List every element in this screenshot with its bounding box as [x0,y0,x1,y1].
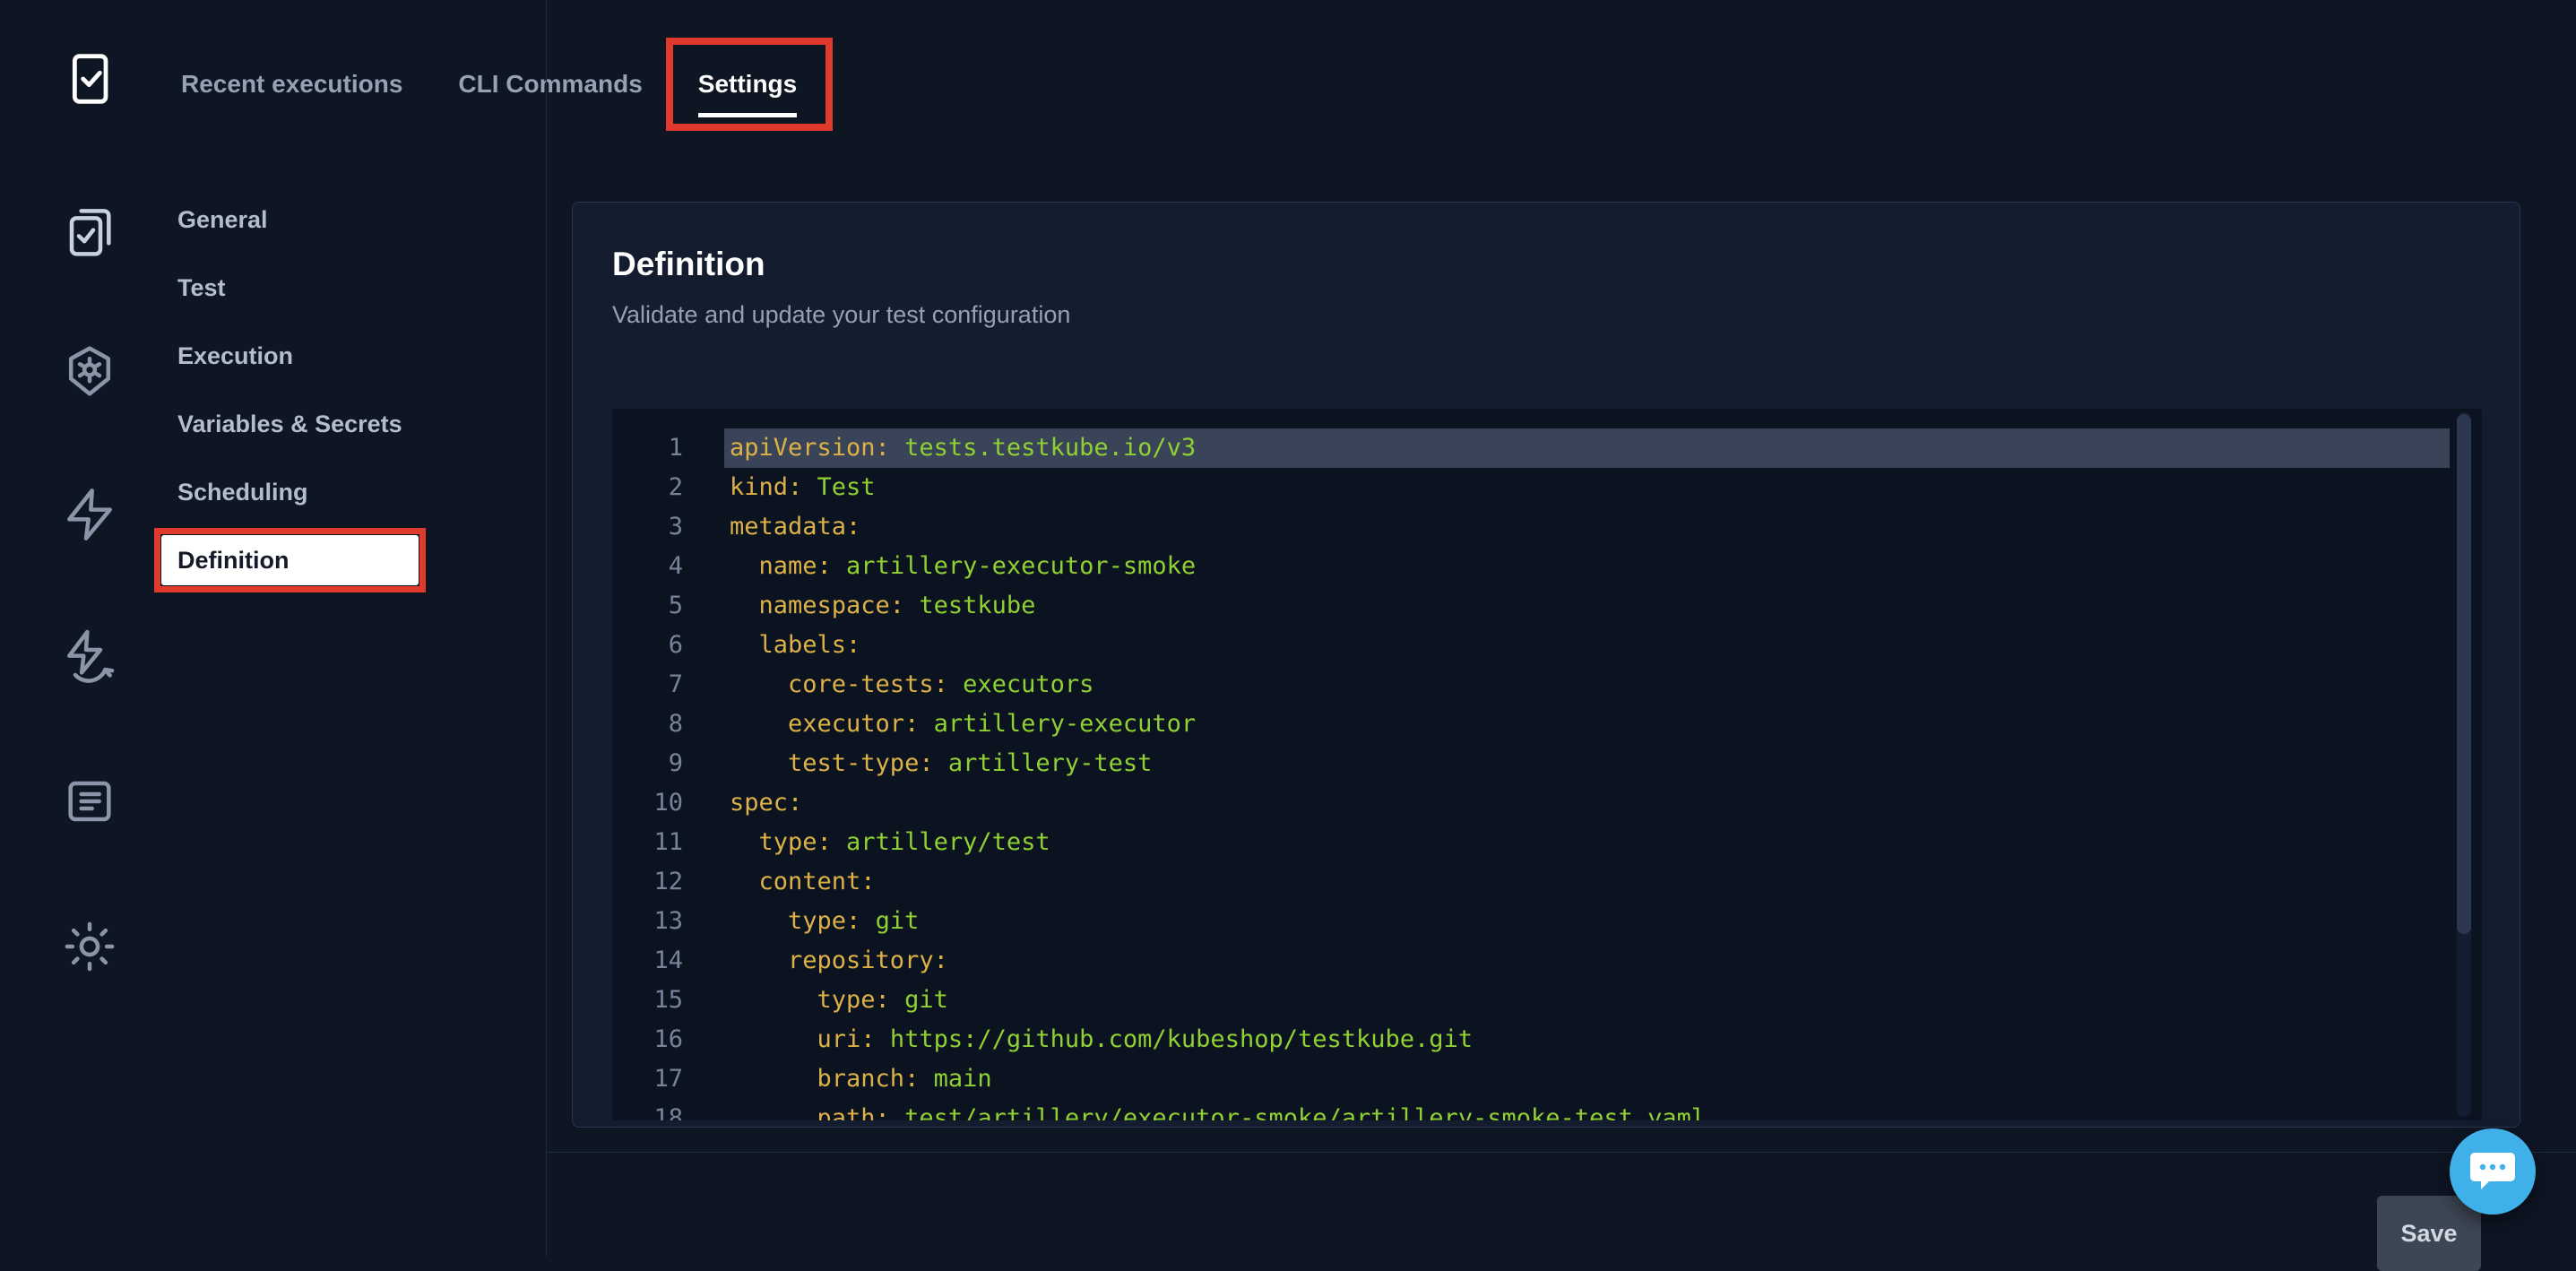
editor-scrollbar[interactable] [2457,412,2471,1117]
line-number: 13 [612,902,683,941]
sidebar-item-variables-secrets[interactable]: Variables & Secrets [177,410,402,438]
code-content: name: artillery-executor-smoke [724,547,2450,586]
triggers-icon[interactable] [61,486,118,543]
code-content: branch: main [724,1059,2450,1099]
code-line-14: 14 repository: [612,941,2482,981]
code-content: metadata: [724,507,2450,547]
sidebar-divider [546,0,547,1257]
panel-subtitle: Validate and update your test configurat… [612,301,1070,329]
tab-cli-commands[interactable]: CLI Commands [458,70,642,113]
code-line-1: 1 apiVersion: tests.testkube.io/v3 [612,428,2482,468]
code-line-13: 13 type: git [612,902,2482,941]
line-number: 9 [612,744,683,783]
tab-recent-executions[interactable]: Recent executions [181,70,402,113]
panel-title: Definition [612,246,765,283]
sources-icon[interactable] [61,773,118,830]
code-line-15: 15 type: git [612,981,2482,1020]
code-content: test-type: artillery-test [724,744,2450,783]
tab-settings[interactable]: Settings [698,70,797,117]
executors-icon[interactable] [61,342,118,400]
code-line-2: 2 kind: Test [612,468,2482,507]
code-line-5: 5 namespace: testkube [612,586,2482,626]
tests-icon[interactable] [61,203,118,260]
code-content: executor: artillery-executor [724,705,2450,744]
line-number: 11 [612,823,683,862]
line-number: 4 [612,547,683,586]
code-line-8: 8 executor: artillery-executor [612,705,2482,744]
code-content: labels: [724,626,2450,665]
code-line-18: 18 path: test/artillery/executor-smoke/a… [612,1099,2482,1120]
code-line-10: 10 spec: [612,783,2482,823]
code-content: kind: Test [724,468,2450,507]
line-number: 16 [612,1020,683,1059]
code-line-4: 4 name: artillery-executor-smoke [612,547,2482,586]
code-content: apiVersion: tests.testkube.io/v3 [724,428,2450,468]
chat-bubble-icon [2469,1149,2516,1194]
settings-icon[interactable] [61,918,118,975]
code-lines: 1 apiVersion: tests.testkube.io/v3 2 kind: … [612,409,2482,1120]
line-number: 7 [612,665,683,705]
line-number: 17 [612,1059,683,1099]
line-number: 5 [612,586,683,626]
line-number: 14 [612,941,683,981]
code-content: type: git [724,981,2450,1020]
footer-divider [546,1152,2576,1153]
line-number: 6 [612,626,683,665]
line-number: 12 [612,862,683,902]
code-content: core-tests: executors [724,665,2450,705]
code-content: type: git [724,902,2450,941]
save-button[interactable]: Save [2377,1196,2481,1271]
code-content: repository: [724,941,2450,981]
code-content: type: artillery/test [724,823,2450,862]
line-number: 1 [612,428,683,468]
chat-widget-button[interactable] [2450,1128,2536,1215]
code-content: path: test/artillery/executor-smoke/arti… [724,1099,2450,1120]
top-tabs: Recent executions CLI Commands Settings [181,70,797,117]
code-line-7: 7 core-tests: executors [612,665,2482,705]
webhooks-icon[interactable] [61,628,118,686]
code-line-12: 12 content: [612,862,2482,902]
code-line-16: 16 uri: https://github.com/kubeshop/test… [612,1020,2482,1059]
sidebar-item-test[interactable]: Test [177,273,402,302]
sidebar-item-general[interactable]: General [177,205,402,234]
sidebar-item-definition[interactable]: Definition [161,535,419,585]
code-line-17: 17 branch: main [612,1059,2482,1099]
line-number: 2 [612,468,683,507]
line-number: 18 [612,1099,683,1120]
line-number: 8 [612,705,683,744]
line-number: 10 [612,783,683,823]
sidebar-item-execution[interactable]: Execution [177,342,402,370]
code-content: uri: https://github.com/kubeshop/testkub… [724,1020,2450,1059]
editor-scrollbar-thumb[interactable] [2457,414,2471,934]
line-number: 3 [612,507,683,547]
code-line-11: 11 type: artillery/test [612,823,2482,862]
code-line-3: 3 metadata: [612,507,2482,547]
code-line-6: 6 labels: [612,626,2482,665]
app-logo-icon[interactable] [63,50,120,108]
code-content: spec: [724,783,2450,823]
settings-nav: General Test Execution Variables & Secrets S… [177,205,402,575]
code-content: content: [724,862,2450,902]
definition-panel: Definition Validate and update your test… [572,202,2520,1128]
code-line-9: 9 test-type: artillery-test [612,744,2482,783]
sidebar-item-scheduling[interactable]: Scheduling [177,478,402,506]
code-content: namespace: testkube [724,586,2450,626]
yaml-editor[interactable]: 1 apiVersion: tests.testkube.io/v3 2 kind: … [612,409,2482,1120]
line-number: 15 [612,981,683,1020]
